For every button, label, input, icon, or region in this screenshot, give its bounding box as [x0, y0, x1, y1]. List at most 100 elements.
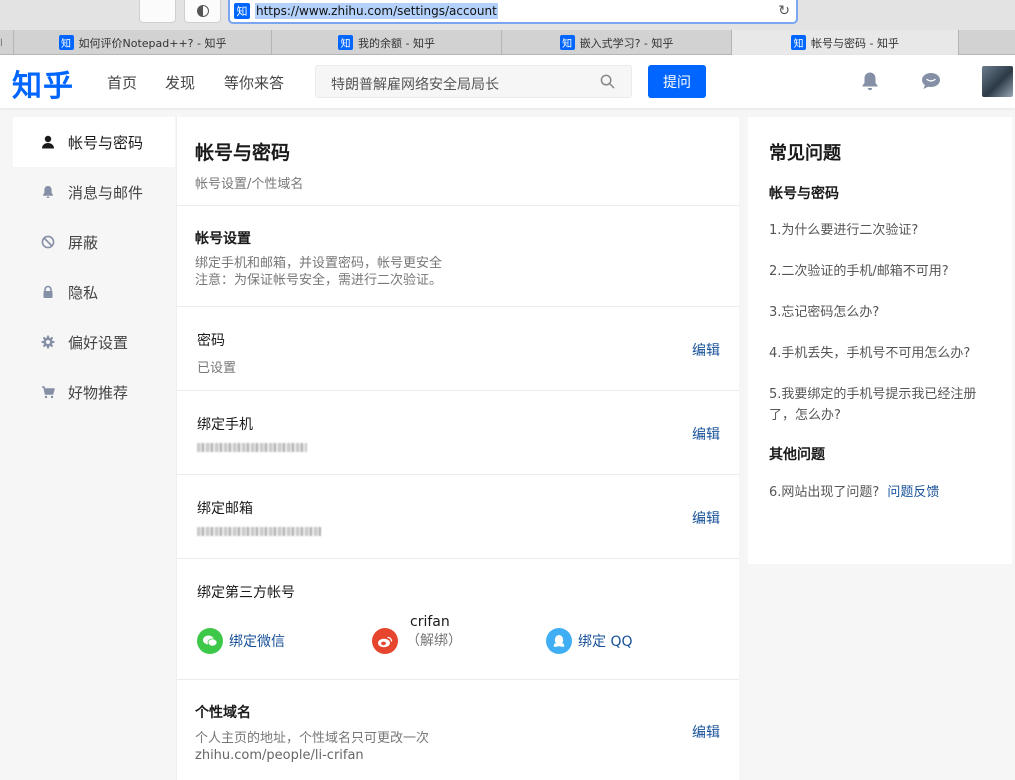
row-value: 已设置 [197, 361, 237, 376]
address-bar[interactable]: 知 https://www.zhihu.com/settings/account… [228, 0, 798, 24]
section-desc: 个人主页的地址，个性域名只可更改一次 [195, 731, 430, 746]
email-row: 绑定邮箱 编辑 [177, 475, 739, 559]
unbind-weibo-link[interactable]: （解绑） [406, 630, 462, 650]
faq-link[interactable]: 3.忘记密码怎么办? [769, 302, 979, 323]
site-header: 知乎 首页 发现 等你来答 特朗普解雇网络安全局局长 提问 [0, 55, 1015, 108]
gear-icon [41, 335, 55, 349]
cart-icon [42, 386, 55, 399]
faq-title: 常见问题 [769, 143, 841, 164]
phone-value-redacted [197, 443, 307, 452]
tab-edge: ꞁ [0, 36, 3, 47]
sidebar-item-messages[interactable]: 消息与邮件 [13, 167, 175, 217]
third-party-section: 绑定第三方帐号 绑定微信 crifan （解绑） 绑定 QQ [177, 559, 739, 680]
sidebar-item-label: 隐私 [68, 283, 99, 302]
sidebar-item-recommend[interactable]: 好物推荐 [13, 367, 175, 417]
message-icon[interactable] [920, 70, 942, 92]
sidebar-item-preferences[interactable]: 偏好设置 [13, 317, 175, 367]
user-icon [42, 135, 54, 149]
zhihu-favicon-icon: 知 [791, 35, 807, 50]
faq-section-title: 其他问题 [769, 447, 825, 463]
custom-domain-section: 个性域名 个人主页的地址，个性域名只可更改一次 zhihu.com/people… [177, 680, 739, 780]
faq-link[interactable]: 6.网站出现了问题? [769, 485, 879, 500]
edit-password-button[interactable]: 编辑 [692, 340, 720, 360]
sidebar-item-account[interactable]: 帐号与密码 [13, 117, 175, 167]
privacy-button[interactable] [184, 0, 221, 23]
zhihu-favicon-icon: 知 [559, 35, 575, 50]
page-title: 帐号与密码 [195, 142, 291, 164]
browser-tab-active[interactable]: 知 帐号与密码 - 知乎 [731, 30, 959, 55]
row-title: 密码 [197, 333, 225, 349]
faq-link[interactable]: 2.二次验证的手机/邮箱不可用? [769, 261, 979, 282]
feedback-link[interactable]: 问题反馈 [887, 485, 939, 500]
browser-tab[interactable]: 知 如何评价Notepad++? - 知乎 [13, 30, 271, 55]
section-title: 个性域名 [195, 705, 251, 721]
row-title: 绑定邮箱 [197, 501, 253, 517]
faq-link[interactable]: 5.我要绑定的手机号提示我已经注册了，怎么办? [769, 384, 989, 426]
domain-url: zhihu.com/people/li-crifan [195, 748, 364, 763]
browser-tab[interactable]: 知 我的余额 - 知乎 [271, 30, 501, 55]
lock-icon [43, 285, 53, 298]
browser-toolbar: 知 https://www.zhihu.com/settings/account… [0, 0, 1015, 30]
shield-icon [196, 5, 209, 17]
back-button[interactable] [139, 0, 176, 23]
sidebar-item-label: 好物推荐 [68, 383, 129, 402]
sidebar-item-block[interactable]: 屏蔽 [13, 217, 175, 267]
edit-domain-button[interactable]: 编辑 [692, 722, 720, 742]
search-input[interactable]: 特朗普解雇网络安全局局长 [315, 65, 632, 98]
browser-tab[interactable]: 知 嵌入式学习? - 知乎 [501, 30, 731, 55]
email-value-redacted [197, 527, 321, 536]
edit-email-button[interactable]: 编辑 [692, 508, 720, 528]
section-note: 注意：为保证帐号安全，需进行二次验证。 [195, 273, 443, 288]
settings-sidebar: 帐号与密码 消息与邮件 屏蔽 隐私 偏好设置 好物推荐 [13, 117, 175, 417]
sidebar-item-label: 消息与邮件 [68, 183, 144, 202]
sidebar-item-label: 帐号与密码 [68, 133, 144, 152]
ask-button[interactable]: 提问 [648, 65, 706, 98]
nav-waiting[interactable]: 等你来答 [224, 72, 284, 93]
weibo-icon [372, 628, 398, 654]
sidebar-item-label: 屏蔽 [68, 233, 99, 252]
qq-icon [546, 628, 572, 654]
phone-row: 绑定手机 编辑 [177, 391, 739, 475]
zhihu-favicon-icon: 知 [58, 35, 74, 50]
bind-wechat-label: 绑定微信 [229, 634, 285, 650]
page-subtitle: 帐号设置/个性域名 [195, 177, 304, 192]
bind-wechat-button[interactable]: 绑定微信 [197, 628, 285, 654]
bell-icon [43, 186, 53, 198]
weibo-name: crifan [410, 614, 450, 630]
nav-home[interactable]: 首页 [107, 72, 137, 93]
weibo-binding: crifan （解绑） [372, 614, 462, 654]
faq-link[interactable]: 1.为什么要进行二次验证? [769, 220, 979, 241]
nav-explore[interactable]: 发现 [165, 72, 195, 93]
sidebar-item-privacy[interactable]: 隐私 [13, 267, 175, 317]
faq-panel: 常见问题 帐号与密码 1.为什么要进行二次验证? 2.二次验证的手机/邮箱不可用… [748, 117, 1012, 564]
section-title: 帐号设置 [195, 231, 251, 247]
tab-title: 帐号与密码 - 知乎 [811, 36, 899, 50]
url-text[interactable]: https://www.zhihu.com/settings/account [255, 3, 498, 19]
row-title: 绑定第三方帐号 [197, 585, 295, 601]
zhihu-favicon-icon: 知 [338, 35, 354, 50]
zhihu-favicon-icon: 知 [234, 3, 250, 19]
tab-bar: ꞁ 知 如何评价Notepad++? - 知乎 知 我的余额 - 知乎 知 嵌入… [0, 30, 1015, 55]
row-title: 绑定手机 [197, 417, 253, 433]
panel-header: 帐号与密码 帐号设置/个性域名 [177, 117, 739, 206]
search-icon[interactable] [600, 74, 615, 89]
bind-qq-label: 绑定 QQ [578, 634, 633, 650]
avatar[interactable] [982, 66, 1013, 97]
sidebar-item-label: 偏好设置 [68, 333, 129, 352]
password-row: 密码 已设置 编辑 [177, 307, 739, 391]
bell-icon[interactable] [859, 70, 881, 92]
tab-title: 我的余额 - 知乎 [358, 36, 435, 50]
account-settings-panel: 帐号与密码 帐号设置/个性域名 帐号设置 绑定手机和邮箱，并设置密码，帐号更安全… [176, 117, 739, 780]
zhihu-logo[interactable]: 知乎 [12, 61, 74, 105]
bind-qq-button[interactable]: 绑定 QQ [546, 628, 633, 654]
reload-icon[interactable]: ↻ [778, 3, 790, 19]
wechat-icon [197, 628, 223, 654]
section-desc: 绑定手机和邮箱，并设置密码，帐号更安全 [195, 256, 443, 271]
faq-link[interactable]: 4.手机丢失，手机号不可用怎么办? [769, 343, 974, 364]
account-settings-section: 帐号设置 绑定手机和邮箱，并设置密码，帐号更安全 注意：为保证帐号安全，需进行二… [177, 206, 739, 307]
search-text: 特朗普解雇网络安全局局长 [331, 77, 499, 93]
block-icon [41, 235, 55, 249]
faq-section-title: 帐号与密码 [769, 186, 839, 202]
tab-title: 如何评价Notepad++? - 知乎 [78, 36, 227, 50]
edit-phone-button[interactable]: 编辑 [692, 424, 720, 444]
